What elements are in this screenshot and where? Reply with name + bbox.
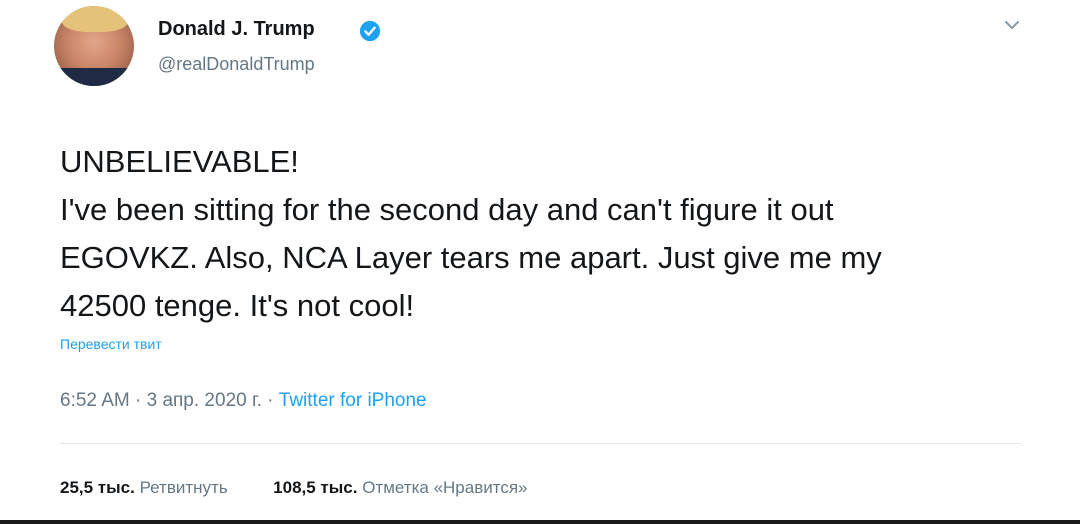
retweets-label: Ретвитнуть xyxy=(139,478,228,497)
tweet-line: UNBELIEVABLE! xyxy=(60,144,299,179)
avatar-hair xyxy=(62,6,128,32)
user-handle[interactable]: @realDonaldTrump xyxy=(158,54,315,75)
likes-stat[interactable]: 108,5 тыс. Отметка «Нравится» xyxy=(273,478,527,497)
tweet-stats: 25,5 тыс. Ретвитнуть 108,5 тыс. Отметка … xyxy=(60,478,528,498)
translate-tweet-link[interactable]: Перевести твит xyxy=(60,336,162,352)
tweet-line: 42500 tenge. It's not cool! xyxy=(60,288,415,323)
divider xyxy=(60,443,1022,444)
avatar[interactable] xyxy=(54,6,134,86)
likes-count: 108,5 тыс. xyxy=(273,478,358,497)
tweet-source-link[interactable]: Twitter for iPhone xyxy=(279,390,427,411)
tweet-line: EGOVKZ. Also, NCA Layer tears me apart. … xyxy=(60,240,882,275)
tweet-card: Donald J. Trump @realDonaldTrump UNBELIE… xyxy=(0,0,1080,524)
tweet-time[interactable]: 6:52 AM xyxy=(60,390,130,411)
avatar-suit xyxy=(54,68,134,86)
meta-separator: · xyxy=(267,390,274,411)
likes-label: Отметка «Нравится» xyxy=(362,478,528,497)
tweet-text: UNBELIEVABLE! I've been sitting for the … xyxy=(60,138,1040,330)
meta-separator: · xyxy=(135,390,142,411)
retweets-stat[interactable]: 25,5 тыс. Ретвитнуть xyxy=(60,478,232,497)
tweet-line: I've been sitting for the second day and… xyxy=(60,192,834,227)
tweet-meta: 6:52 AM · 3 апр. 2020 г. · Twitter for i… xyxy=(60,390,427,412)
verified-badge-icon xyxy=(359,20,381,42)
chevron-down-icon[interactable] xyxy=(1003,18,1021,32)
retweets-count: 25,5 тыс. xyxy=(60,478,135,497)
bottom-border xyxy=(0,520,1080,524)
tweet-date[interactable]: 3 апр. 2020 г. xyxy=(147,390,262,411)
display-name[interactable]: Donald J. Trump xyxy=(158,18,315,41)
